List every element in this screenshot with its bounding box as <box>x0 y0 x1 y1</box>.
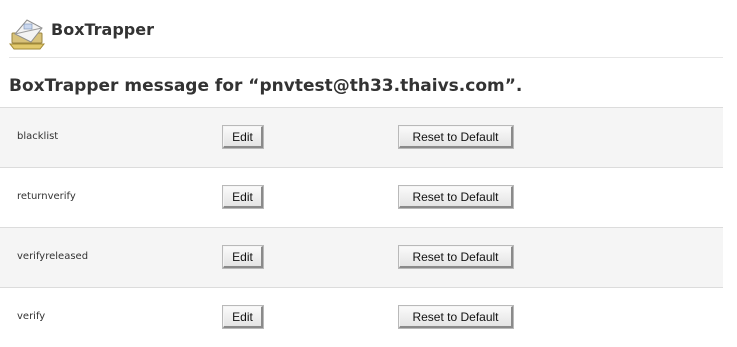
reset-verifyreleased-button[interactable]: Reset to Default <box>398 245 514 269</box>
message-name: verify <box>17 311 46 322</box>
edit-verify-button[interactable]: Edit <box>222 305 264 329</box>
edit-blacklist-button[interactable]: Edit <box>222 125 264 149</box>
message-name: returnverify <box>17 191 76 202</box>
message-name: verifyreleased <box>17 251 89 262</box>
reset-returnverify-button[interactable]: Reset to Default <box>398 185 514 209</box>
message-name: blacklist <box>17 131 59 142</box>
edit-returnverify-button[interactable]: Edit <box>222 185 264 209</box>
page-title: BoxTrapper message for “pnvtest@th33.tha… <box>9 76 523 96</box>
table-row: verify Edit Reset to Default <box>0 287 723 347</box>
table-row: returnverify Edit Reset to Default <box>0 167 723 227</box>
page-header: BoxTrapper <box>8 13 723 58</box>
reset-verify-button[interactable]: Reset to Default <box>398 305 514 329</box>
table-row: verifyreleased Edit Reset to Default <box>0 227 723 287</box>
boxtrapper-envelope-icon <box>8 16 46 50</box>
app-title: BoxTrapper <box>51 20 154 39</box>
reset-blacklist-button[interactable]: Reset to Default <box>398 125 514 149</box>
message-table: blacklist Edit Reset to Default returnve… <box>0 107 723 347</box>
edit-verifyreleased-button[interactable]: Edit <box>222 245 264 269</box>
table-row: blacklist Edit Reset to Default <box>0 107 723 167</box>
